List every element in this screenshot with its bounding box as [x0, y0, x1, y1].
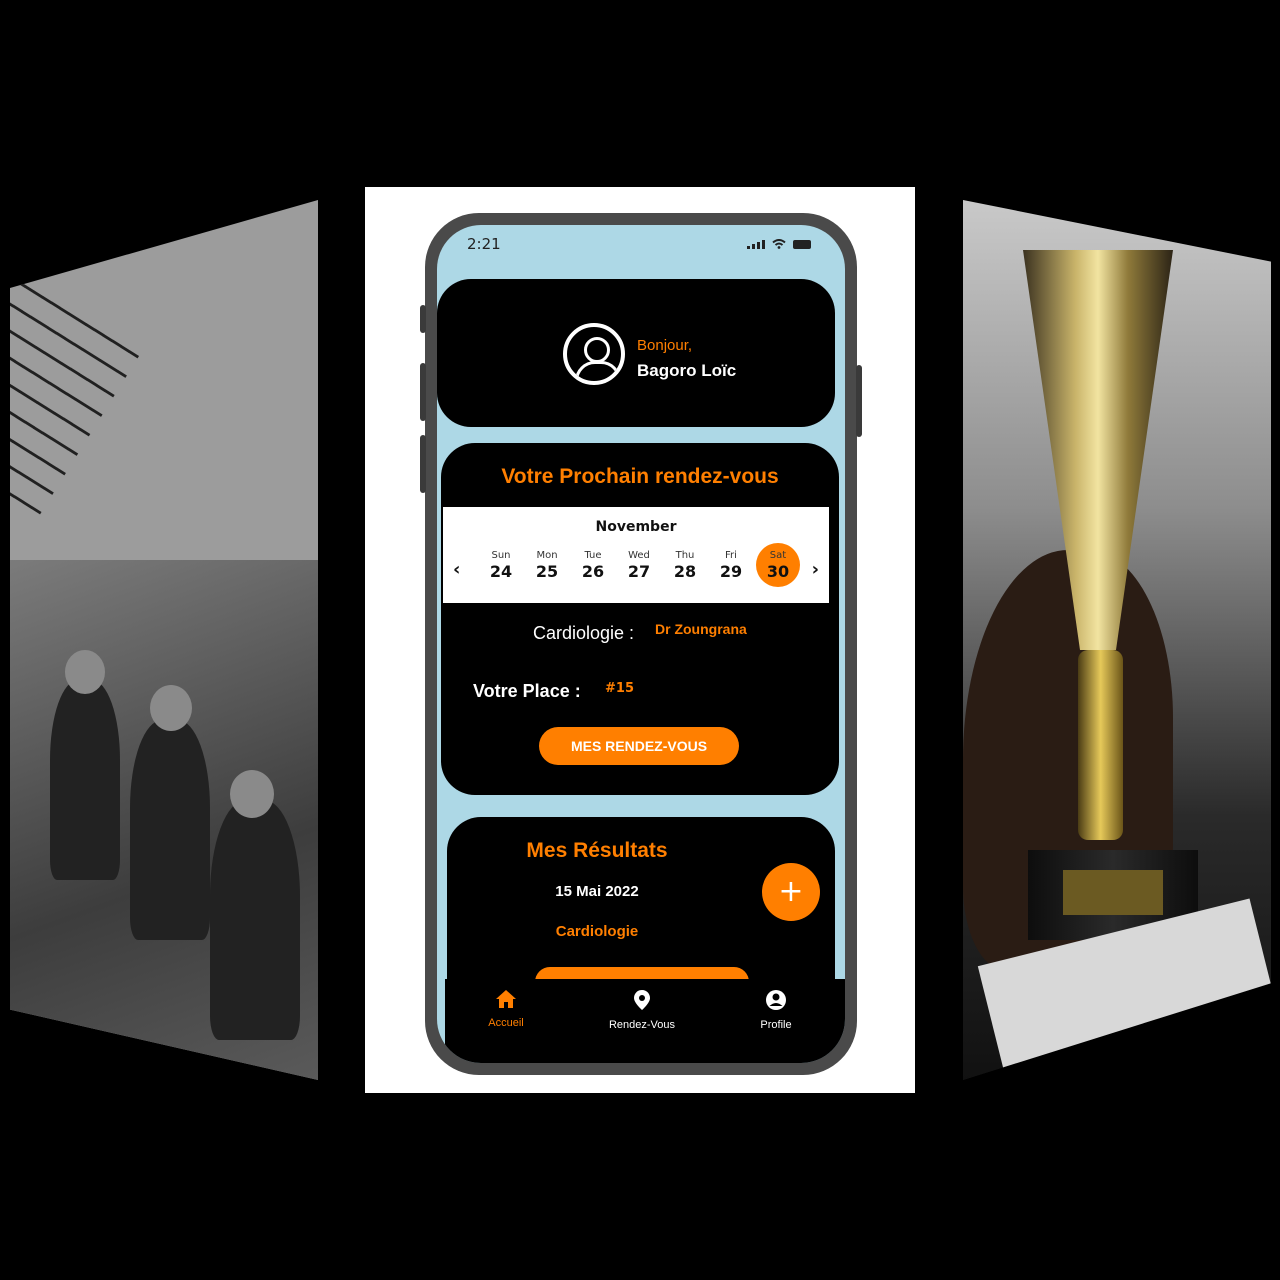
phone-mockup-card: 2:21 Bonjour, Bagoro Loïc Votre Prochain… — [365, 187, 915, 1093]
nav-item-profile[interactable]: Profile — [721, 989, 831, 1031]
my-appointments-button[interactable]: MES RENDEZ-VOUS — [539, 727, 739, 765]
status-bar: 2:21 — [437, 225, 845, 265]
nav-item-rendez-vous[interactable]: Rendez-Vous — [587, 989, 697, 1031]
calendar-month: November — [595, 519, 677, 535]
nav-label: Profile — [760, 1019, 792, 1031]
status-time: 2:21 — [467, 235, 501, 253]
chevron-left-icon[interactable]: ‹ — [453, 559, 460, 580]
place-value: #15 — [605, 681, 634, 696]
trophy-cup — [1023, 250, 1198, 940]
nav-item-accueil[interactable]: Accueil — [451, 989, 561, 1029]
chevron-right-icon[interactable]: › — [812, 559, 819, 580]
doctor-name: Dr Zoungrana — [655, 621, 747, 637]
greeting-header: Bonjour, Bagoro Loïc — [437, 279, 835, 427]
calendar-day[interactable]: Wed 27 — [618, 549, 660, 587]
nav-label: Accueil — [488, 1017, 524, 1029]
signal-icon — [747, 240, 765, 249]
calendar-day[interactable]: Thu 28 — [664, 549, 706, 587]
week-calendar: November ‹ › Sun 24 Mon 25 Tue 26 Wed 27 Thu… — [443, 507, 829, 603]
user-name: Bagoro Loïc — [637, 361, 737, 380]
battery-icon — [793, 240, 811, 249]
place-label: Votre Place : — [473, 681, 581, 701]
newspaper-photo: ━━━━━━━━━━━━━━━━━━━━ ━━━━━━━━━━━━━━━━━━━━… — [10, 200, 318, 1080]
results-title: Mes Résultats — [526, 839, 668, 862]
greeting-text: Bonjour, — [637, 337, 693, 354]
result-specialty: Cardiologie — [555, 923, 639, 940]
bottom-nav: Accueil Rendez-Vous Profile — [445, 979, 845, 1063]
wifi-icon — [772, 239, 786, 249]
home-icon — [496, 990, 516, 1008]
specialty-label: Cardiologie : — [533, 623, 635, 643]
phone-frame: 2:21 Bonjour, Bagoro Loïc Votre Prochain… — [420, 213, 862, 1075]
calendar-day[interactable]: Mon 25 — [526, 549, 568, 587]
profile-icon — [766, 990, 786, 1010]
phone-screen: 2:21 Bonjour, Bagoro Loïc Votre Prochain… — [437, 225, 845, 1063]
calendar-day[interactable]: Tue 26 — [572, 549, 614, 587]
add-result-button[interactable]: + — [762, 863, 820, 921]
result-date: 15 Mai 2022 — [555, 883, 639, 900]
avatar-icon[interactable] — [563, 323, 625, 385]
location-pin-icon — [634, 990, 650, 1010]
trophy-photo — [963, 200, 1271, 1080]
appointment-title: Votre Prochain rendez-vous — [501, 465, 779, 488]
calendar-day[interactable]: Sun 24 — [480, 549, 522, 587]
next-appointment-card: Votre Prochain rendez-vous November ‹ › … — [441, 443, 839, 795]
nav-label: Rendez-Vous — [608, 1019, 676, 1031]
newspaper-group-photo — [10, 560, 318, 1080]
calendar-day-selected[interactable]: Sat 30 — [756, 543, 800, 587]
calendar-day[interactable]: Fri 29 — [710, 549, 752, 587]
